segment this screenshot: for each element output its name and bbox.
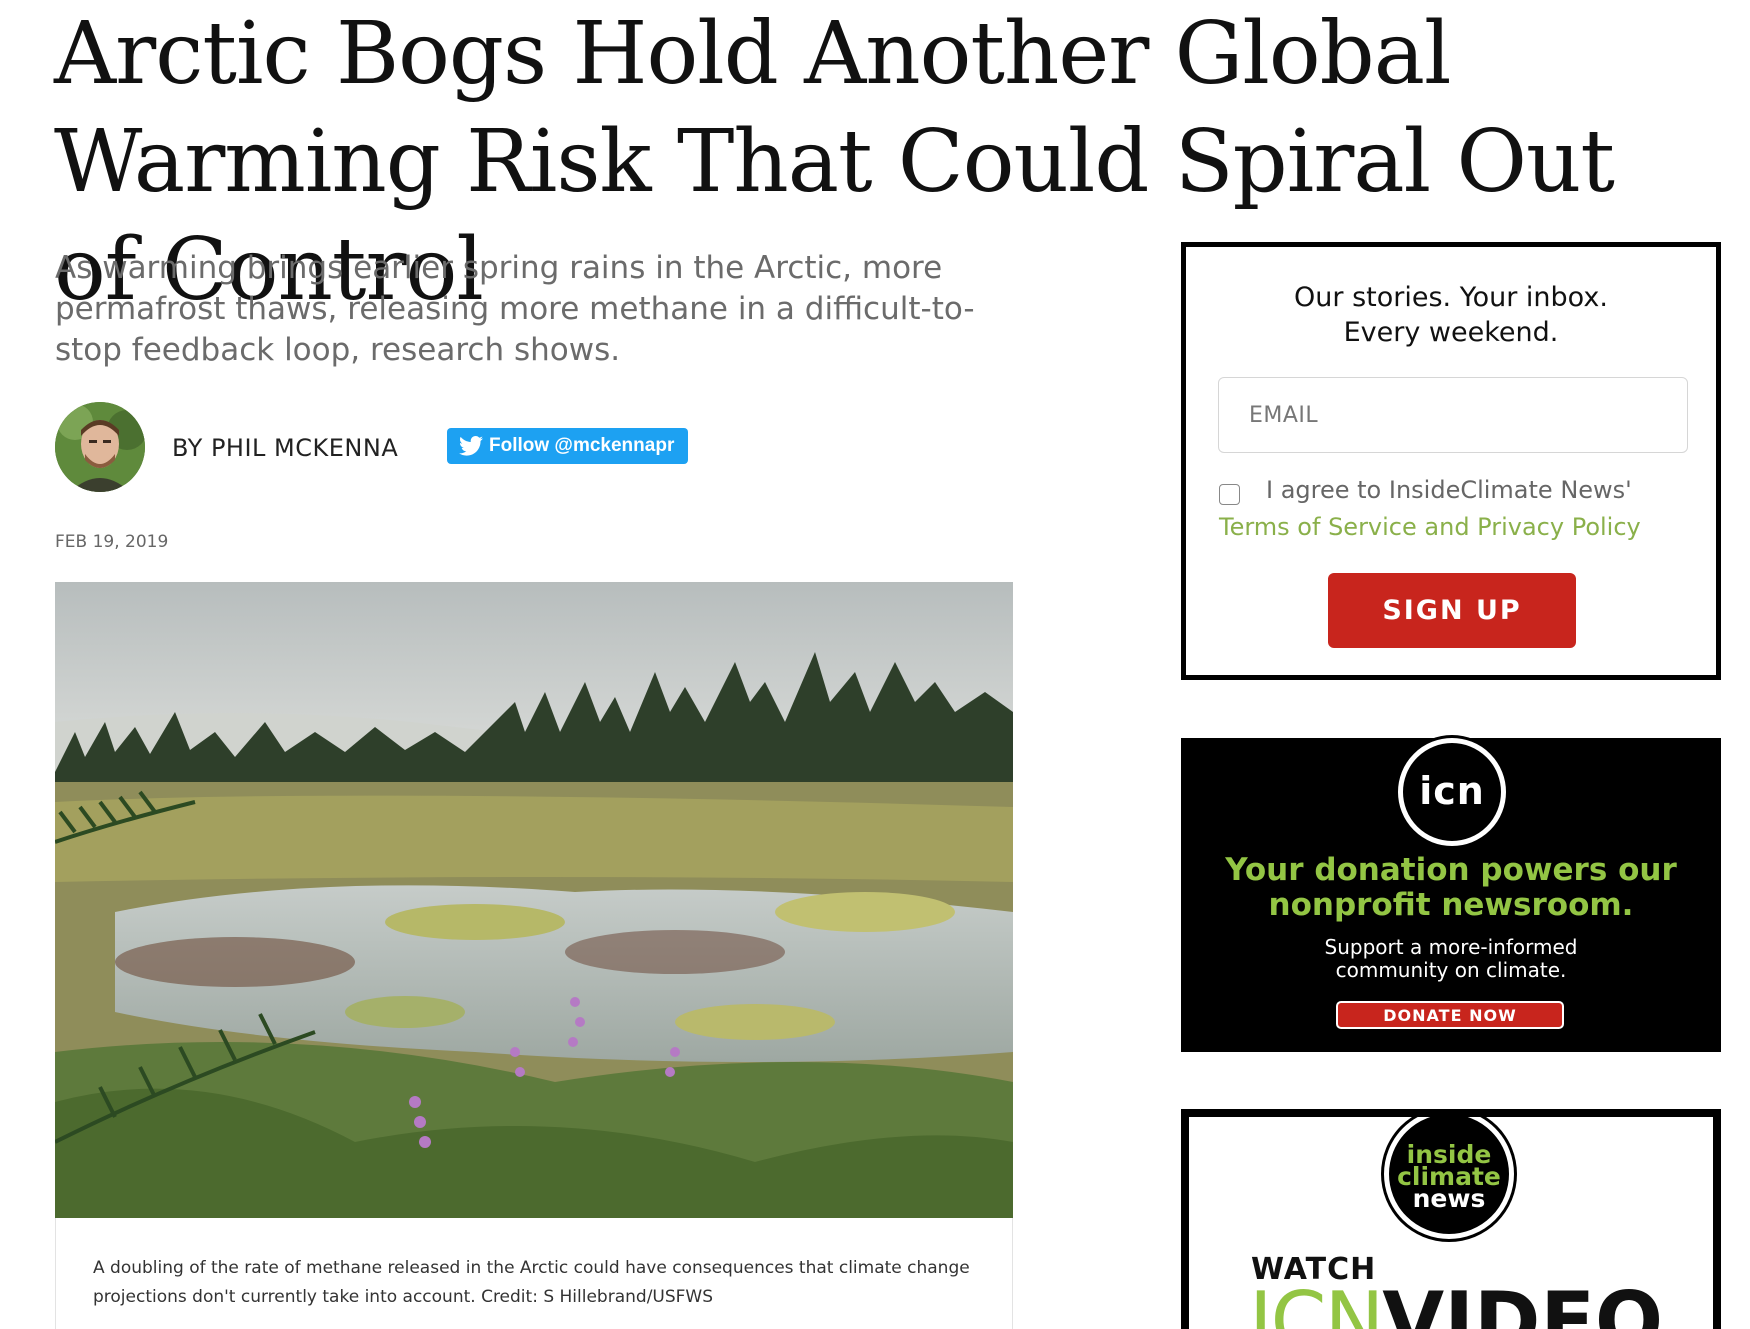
twitter-follow-button[interactable]: Follow @mckennapr [447,428,688,464]
byline-row: BY PHIL MCKENNA Follow @mckennapr [55,402,955,492]
agree-checkbox[interactable] [1219,484,1240,505]
follow-label: Follow @mckennapr [489,435,675,456]
donation-subtext-line1: Support a more-informed [1324,935,1578,959]
donation-headline-line1: Your donation powers our [1225,852,1677,888]
agree-text: I agree to InsideClimate News' [1266,476,1632,504]
video-text: VIDEO [1382,1275,1664,1329]
email-field[interactable] [1218,377,1688,453]
donation-headline: Your donation powers our nonprofit newsr… [1181,853,1721,923]
publish-date: FEB 19, 2019 [55,532,169,552]
newsletter-title-line2: Every weekend. [1343,317,1559,348]
icn-logo: icn [1398,738,1506,846]
newsletter-title: Our stories. Your inbox. Every weekend. [1186,280,1716,350]
article-dek: As warming brings earlier spring rains i… [55,250,975,368]
author-avatar[interactable] [55,402,145,492]
donate-now-button[interactable]: DONATE NOW [1336,1001,1564,1029]
logo-line-news: news [1412,1184,1486,1213]
icn-text: ICN [1249,1275,1384,1329]
author-byline[interactable]: BY PHIL MCKENNA [172,434,398,462]
donation-headline-line2: nonprofit newsroom. [1268,887,1634,923]
newsletter-signup: Our stories. Your inbox. Every weekend. … [1181,242,1721,680]
sign-up-button[interactable]: SIGN UP [1328,573,1576,648]
newsletter-title-line1: Our stories. Your inbox. [1294,282,1608,313]
donation-ad[interactable]: icn Your donation powers our nonprofit n… [1181,738,1721,1052]
donation-subtext: Support a more-informed community on cli… [1181,936,1721,982]
hero-image [55,582,1013,1218]
terms-link[interactable]: Terms of Service and Privacy Policy [1219,513,1641,541]
caption-box: A doubling of the rate of methane releas… [55,1218,1013,1329]
image-caption: A doubling of the rate of methane releas… [93,1258,970,1307]
twitter-bird-icon [459,436,483,456]
icn-video-label: ICNVIDEO [1249,1277,1663,1329]
video-ad[interactable]: inside climate news WATCH ICNVIDEO [1181,1109,1721,1329]
donation-subtext-line2: community on climate. [1335,958,1567,982]
inside-climate-news-logo: inside climate news [1384,1117,1514,1239]
